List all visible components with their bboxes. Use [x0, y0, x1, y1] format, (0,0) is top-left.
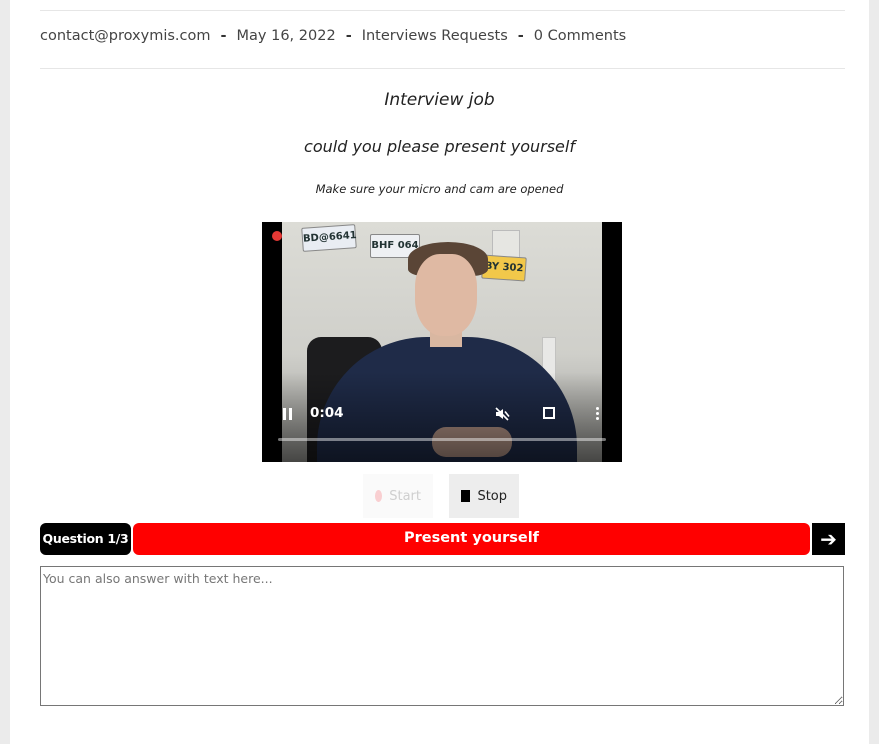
stop-square-icon — [461, 490, 471, 502]
stop-button[interactable]: Stop — [449, 474, 519, 518]
question-counter: Question 1/3 — [40, 523, 131, 555]
more-options-icon[interactable] — [596, 407, 600, 421]
post-meta: contact@proxymis.com - May 16, 2022 - In… — [40, 26, 626, 46]
muted-speaker-icon[interactable] — [494, 406, 510, 422]
stop-label: Stop — [477, 488, 507, 504]
question-title: Present yourself — [133, 523, 810, 555]
divider-bottom — [40, 68, 845, 69]
person-head — [415, 254, 477, 336]
page: contact@proxymis.com - May 16, 2022 - In… — [10, 0, 869, 744]
video-progress-bar[interactable] — [278, 438, 606, 441]
author-link[interactable]: contact@proxymis.com — [40, 28, 210, 44]
recorder-controls: Start Stop — [363, 474, 519, 518]
start-button[interactable]: Start — [363, 474, 433, 518]
divider-top — [40, 10, 845, 11]
fullscreen-icon[interactable] — [543, 407, 555, 419]
start-label: Start — [389, 488, 421, 504]
page-title: Interview job — [384, 90, 495, 110]
meta-separator: - — [345, 28, 352, 44]
instruction-text: Make sure your micro and cam are opened — [315, 182, 564, 196]
arrow-right-icon[interactable]: ➔ — [812, 523, 845, 555]
meta-separator: - — [220, 28, 227, 44]
video-time: 0:04 — [310, 405, 344, 421]
post-date[interactable]: May 16, 2022 — [237, 28, 336, 44]
question-text: could you please present yourself — [304, 137, 575, 156]
answer-textarea[interactable] — [40, 566, 844, 706]
category-link[interactable]: Interviews Requests — [362, 28, 508, 44]
question-bar: Question 1/3 Present yourself ➔ — [40, 523, 845, 555]
meta-separator: - — [517, 28, 524, 44]
recording-indicator-icon — [272, 231, 282, 241]
record-dot-icon — [375, 490, 383, 502]
video-player[interactable]: BD@6641 BHF 064 BY 302 0:04 — [262, 222, 622, 462]
wall-plate: BD@6641 — [301, 224, 357, 252]
wall-plate: BY 302 — [481, 254, 527, 282]
comments-link[interactable]: 0 Comments — [534, 28, 626, 44]
pause-icon[interactable] — [281, 407, 295, 421]
